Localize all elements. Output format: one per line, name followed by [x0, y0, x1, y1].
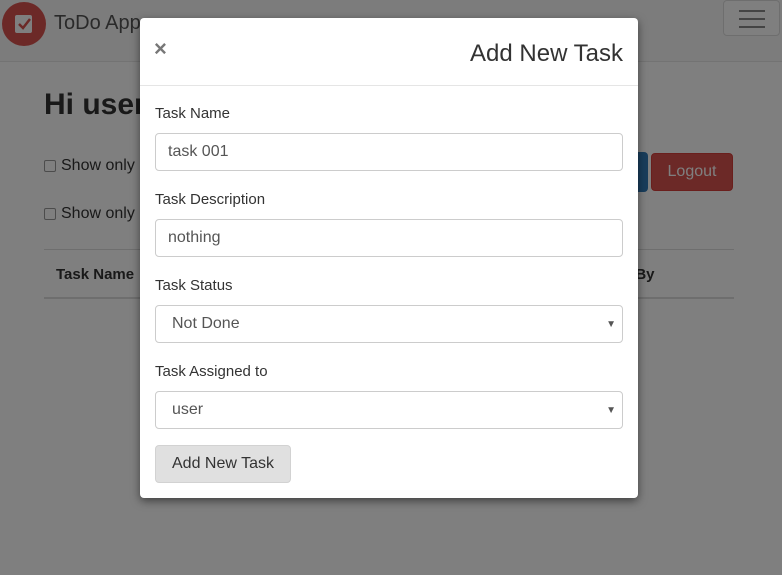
task-description-label: Task Description: [155, 191, 266, 208]
task-assigned-select[interactable]: user ▼: [155, 391, 623, 429]
modal-title: Add New Task: [470, 40, 623, 67]
close-icon[interactable]: ×: [154, 38, 167, 60]
task-status-label: Task Status: [155, 277, 233, 294]
task-status-value: Not Done: [172, 315, 240, 332]
chevron-down-icon: ▼: [606, 319, 616, 330]
task-description-input[interactable]: [155, 219, 623, 257]
task-assigned-label: Task Assigned to: [155, 363, 268, 380]
task-name-input[interactable]: [155, 133, 623, 171]
task-status-select[interactable]: Not Done ▼: [155, 305, 623, 343]
add-task-modal: × Add New Task Task Name Task Descriptio…: [140, 18, 638, 498]
task-assigned-value: user: [172, 401, 204, 418]
modal-header: × Add New Task: [140, 18, 638, 86]
task-name-label: Task Name: [155, 105, 231, 122]
add-new-task-button[interactable]: Add New Task: [155, 445, 291, 483]
chevron-down-icon: ▼: [606, 405, 616, 416]
